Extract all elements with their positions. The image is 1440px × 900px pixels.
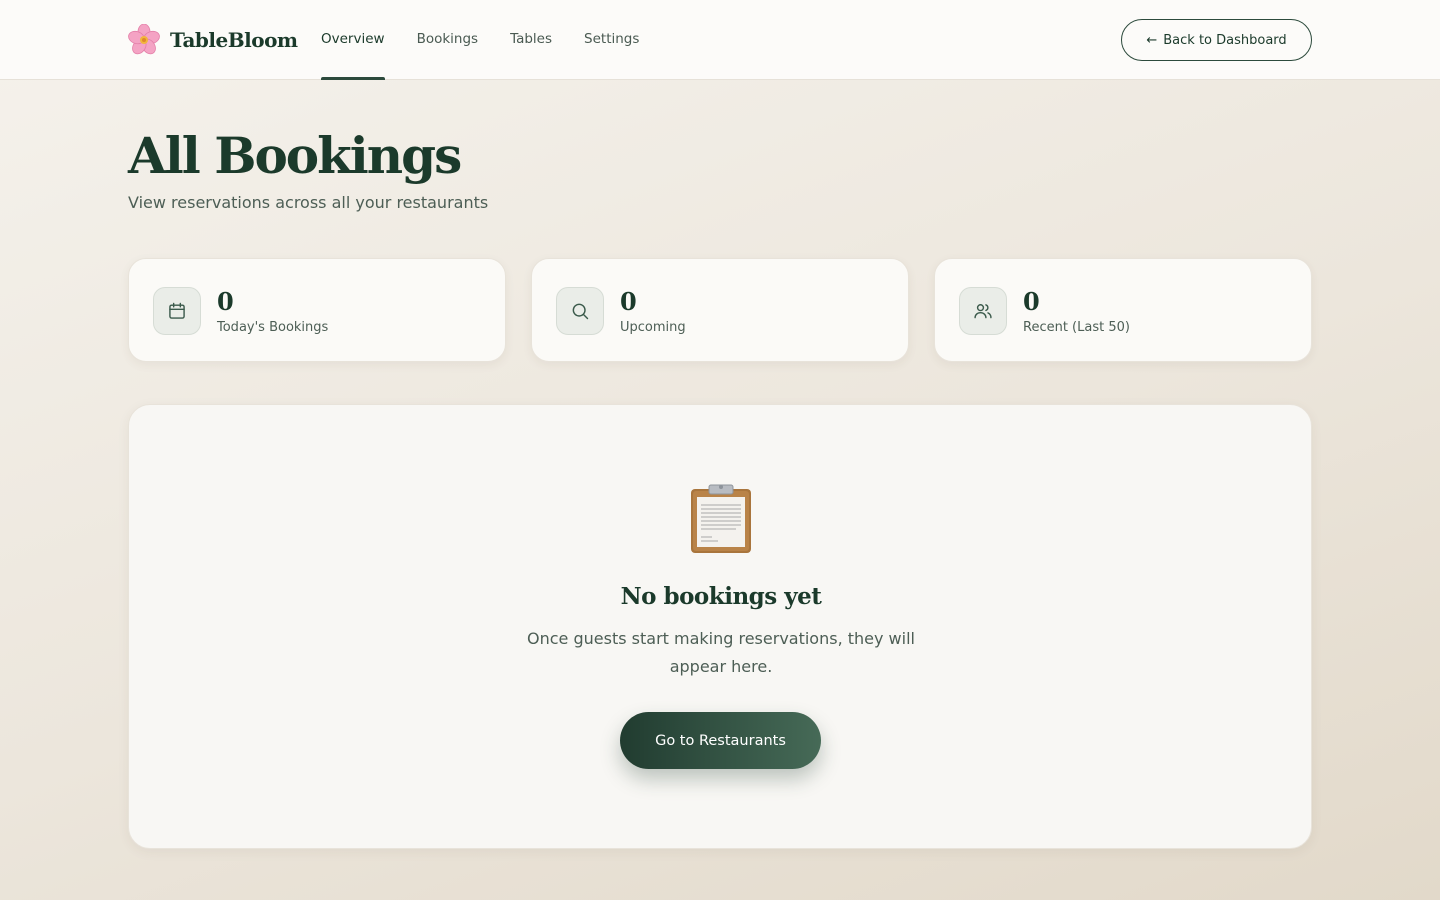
nav-item-tables[interactable]: Tables [510,0,552,80]
clipboard-icon [691,484,751,553]
nav-item-bookings[interactable]: Bookings [417,0,479,80]
empty-state-text: Once guests start making reservations, t… [527,629,915,676]
stat-value: 0 [217,287,234,316]
empty-state-panel: No bookings yet Once guests start making… [128,404,1312,849]
users-icon [959,287,1007,335]
main-nav: Overview Bookings Tables Settings [321,0,671,80]
stat-card-today: 0 Today's Bookings [128,258,506,362]
stat-value: 0 [1023,287,1040,316]
empty-state-title: No bookings yet [620,583,822,610]
page-title: All Bookings [128,126,462,185]
stat-value: 0 [620,287,637,316]
nav-item-overview[interactable]: Overview [321,0,385,80]
stat-card-recent: 0 Recent (Last 50) [934,258,1312,362]
go-to-restaurants-button[interactable]: Go to Restaurants [620,712,821,769]
brand[interactable]: TableBloom [128,22,298,58]
brand-name: TableBloom [170,28,298,52]
stat-label: Recent (Last 50) [1023,320,1130,335]
calendar-icon [153,287,201,335]
back-to-dashboard-button[interactable]: ← Back to Dashboard [1121,19,1312,61]
arrow-left-icon: ← [1146,32,1158,48]
stat-label: Upcoming [620,320,686,335]
page-subtitle: View reservations across all your restau… [128,193,489,212]
top-navigation-bar: TableBloom Overview Bookings Tables Sett… [0,0,1440,80]
cherry-blossom-icon [128,24,160,55]
search-icon [556,287,604,335]
back-button-label: Back to Dashboard [1163,32,1287,48]
nav-item-settings[interactable]: Settings [584,0,639,80]
stat-label: Today's Bookings [217,320,329,335]
stat-card-upcoming: 0 Upcoming [531,258,909,362]
